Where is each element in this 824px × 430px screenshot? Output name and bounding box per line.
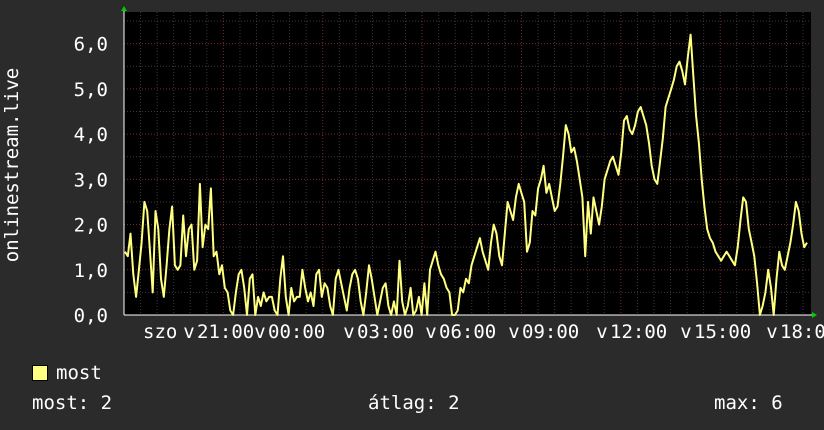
legend-label: most <box>56 362 102 384</box>
x-tick-marker: v <box>425 321 436 340</box>
x-tick-label: 09:00 <box>522 321 579 340</box>
x-tick-label: 21:00 <box>197 321 254 340</box>
y-tick-label: 0,0 <box>74 305 108 327</box>
legend: most <box>32 362 102 384</box>
y-axis-arrow-icon <box>121 6 127 11</box>
x-tick-marker: v <box>596 321 607 340</box>
legend-swatch <box>32 365 48 381</box>
x-tick-label: szo <box>143 321 177 340</box>
x-tick-labels: szo 21:00v 00:00v 03:00v 06:00v 09:00v 12:00v 1… <box>143 321 824 340</box>
x-tick-marker: v <box>680 321 691 340</box>
stat-average: átlag: 2 <box>368 392 460 414</box>
x-tick-marker: v <box>508 321 519 340</box>
x-axis-arrow-icon <box>812 312 817 318</box>
stat-current: most: 2 <box>32 392 113 414</box>
chart: 0,01,02,03,04,05,06,0 szo 21:00v 00:00v 03:… <box>74 6 824 340</box>
x-tick-label: 12:00 <box>610 321 667 340</box>
y-tick-label: 6,0 <box>74 34 108 56</box>
y-axis-label: onlinestream.live <box>1 67 23 263</box>
y-tick-label: 5,0 <box>74 79 108 101</box>
plot-area <box>124 12 811 315</box>
x-tick-marker: v <box>254 321 265 340</box>
y-tick-label: 1,0 <box>74 260 108 282</box>
x-tick-label: 00:00 <box>268 321 325 340</box>
x-tick-label: 15:00 <box>694 321 751 340</box>
y-tick-label: 3,0 <box>74 169 108 191</box>
x-tick-label: 06:00 <box>439 321 496 340</box>
stat-max: max: 6 <box>714 392 783 414</box>
y-tick-labels: 0,0 1,0 2,0 3,0 4,0 5,0 6,0 <box>74 34 108 327</box>
x-tick-marker: v <box>183 321 194 340</box>
x-tick-marker: v <box>343 321 354 340</box>
x-tick-marker: v <box>766 321 777 340</box>
x-tick-label: 18:00 <box>780 321 824 340</box>
y-tick-label: 4,0 <box>74 124 108 146</box>
y-tick-label: 2,0 <box>74 215 108 237</box>
x-tick-label: 03:00 <box>357 321 414 340</box>
